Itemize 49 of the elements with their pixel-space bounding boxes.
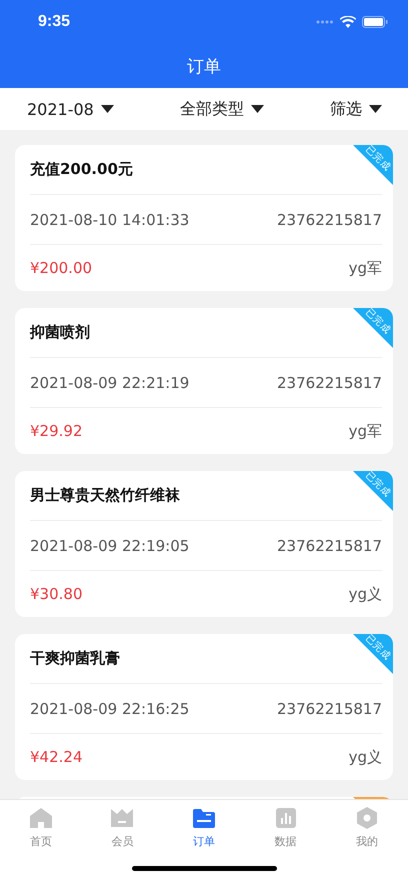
order-card[interactable]: 充值200.00元 2021-08-10 14:01:33 23762215817 ¥200.00 yg军 已完成 bbox=[15, 145, 393, 291]
caret-icon bbox=[250, 105, 264, 113]
tab-item[interactable]: 首页 bbox=[0, 807, 82, 859]
tab-item[interactable]: 会员 bbox=[82, 807, 164, 859]
product-name: 男士尊贵天然竹纤维袜 bbox=[30, 486, 180, 505]
home-icon bbox=[30, 808, 52, 828]
tab-item[interactable]: 订单 bbox=[163, 807, 245, 859]
order-number: 23762215817 bbox=[277, 374, 382, 392]
filter-dropdown[interactable]: 筛选 bbox=[330, 98, 382, 120]
order-time: 2021-08-09 22:21:19 bbox=[30, 374, 190, 392]
order-number: 23762215817 bbox=[277, 536, 382, 554]
signal-icon bbox=[316, 20, 334, 24]
order-card[interactable]: 抑菌喷剂 2021-08-09 22:21:19 23762215817 ¥29.92 yg军 已完成 bbox=[15, 308, 393, 454]
battery-icon bbox=[362, 16, 388, 28]
caret-icon bbox=[368, 105, 382, 113]
order-amount: ¥200.00 bbox=[30, 259, 92, 277]
filter-dropdown[interactable]: 全部类型 bbox=[180, 98, 264, 120]
staff-name: yg军 bbox=[348, 422, 382, 440]
status-label: 已完成 bbox=[362, 634, 393, 664]
order-time: 2021-08-10 14:01:33 bbox=[30, 210, 190, 228]
order-amount: ¥42.24 bbox=[30, 748, 82, 766]
status-label: 已完成 bbox=[362, 471, 393, 500]
tab-item[interactable]: 我的 bbox=[326, 807, 408, 859]
wifi-icon bbox=[340, 16, 356, 28]
folder-icon bbox=[192, 808, 215, 828]
product-name: 充值200.00元 bbox=[30, 160, 133, 179]
crown-icon bbox=[111, 809, 134, 827]
order-number: 23762215817 bbox=[277, 210, 382, 228]
order-amount: ¥30.80 bbox=[30, 585, 82, 603]
status-label: 已完成 bbox=[362, 308, 393, 338]
order-card[interactable]: 干爽抑菌乳膏 2021-08-09 22:16:25 23762215817 ¥42.24 yg义 已完成 bbox=[15, 634, 393, 780]
product-name: 干爽抑菌乳膏 bbox=[30, 649, 120, 668]
staff-name: yg义 bbox=[348, 584, 382, 604]
order-number: 23762215817 bbox=[277, 700, 382, 718]
caret-icon bbox=[100, 105, 114, 113]
bar-chart-icon bbox=[276, 808, 296, 828]
status-time: 9:35 bbox=[38, 13, 70, 31]
order-time: 2021-08-09 22:19:05 bbox=[30, 536, 190, 554]
tab-item[interactable]: 数据 bbox=[244, 807, 326, 859]
page-title: 订单 bbox=[187, 56, 221, 78]
order-amount: ¥29.92 bbox=[30, 422, 82, 440]
staff-name: yg军 bbox=[348, 258, 382, 278]
product-name: 抑菌喷剂 bbox=[30, 323, 90, 342]
order-card[interactable]: 男士尊贵天然竹纤维袜 2021-08-09 22:19:05 23762215817 ¥30.80 yg义 已完成 bbox=[15, 471, 393, 617]
staff-name: yg义 bbox=[348, 748, 382, 766]
filter-dropdown[interactable]: 2021-08 bbox=[27, 100, 114, 118]
hexagon-icon bbox=[357, 807, 378, 829]
order-time: 2021-08-09 22:16:25 bbox=[30, 700, 190, 718]
status-label: 已完成 bbox=[362, 145, 393, 174]
